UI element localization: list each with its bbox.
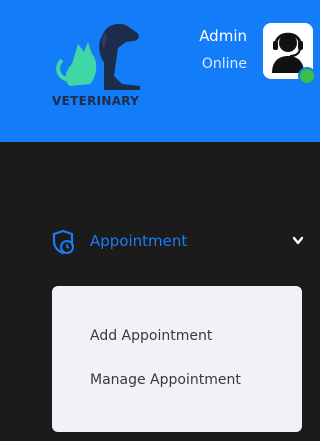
submenu-item-manage-appointment[interactable]: Manage Appointment	[90, 372, 241, 388]
dog-cat-logo-icon	[56, 23, 140, 90]
logo[interactable]: VETERINARY	[48, 14, 158, 119]
sidebar-item-appointment[interactable]: Appointment	[0, 222, 320, 264]
chevron-down-icon[interactable]	[292, 236, 304, 246]
submenu-item-add-appointment[interactable]: Add Appointment	[90, 328, 212, 344]
sidebar: VETERINARY Admin Online Appointment Add …	[0, 0, 320, 441]
shield-clock-icon	[52, 229, 74, 255]
sidebar-header: VETERINARY Admin Online	[0, 0, 320, 142]
sidebar-item-label: Appointment	[90, 232, 188, 250]
logo-text: VETERINARY	[52, 94, 140, 108]
user-status: Online	[201, 56, 247, 72]
appointment-submenu: Add Appointment Manage Appointment	[52, 286, 302, 432]
online-status-dot	[298, 67, 316, 85]
user-name: Admin	[199, 27, 247, 45]
